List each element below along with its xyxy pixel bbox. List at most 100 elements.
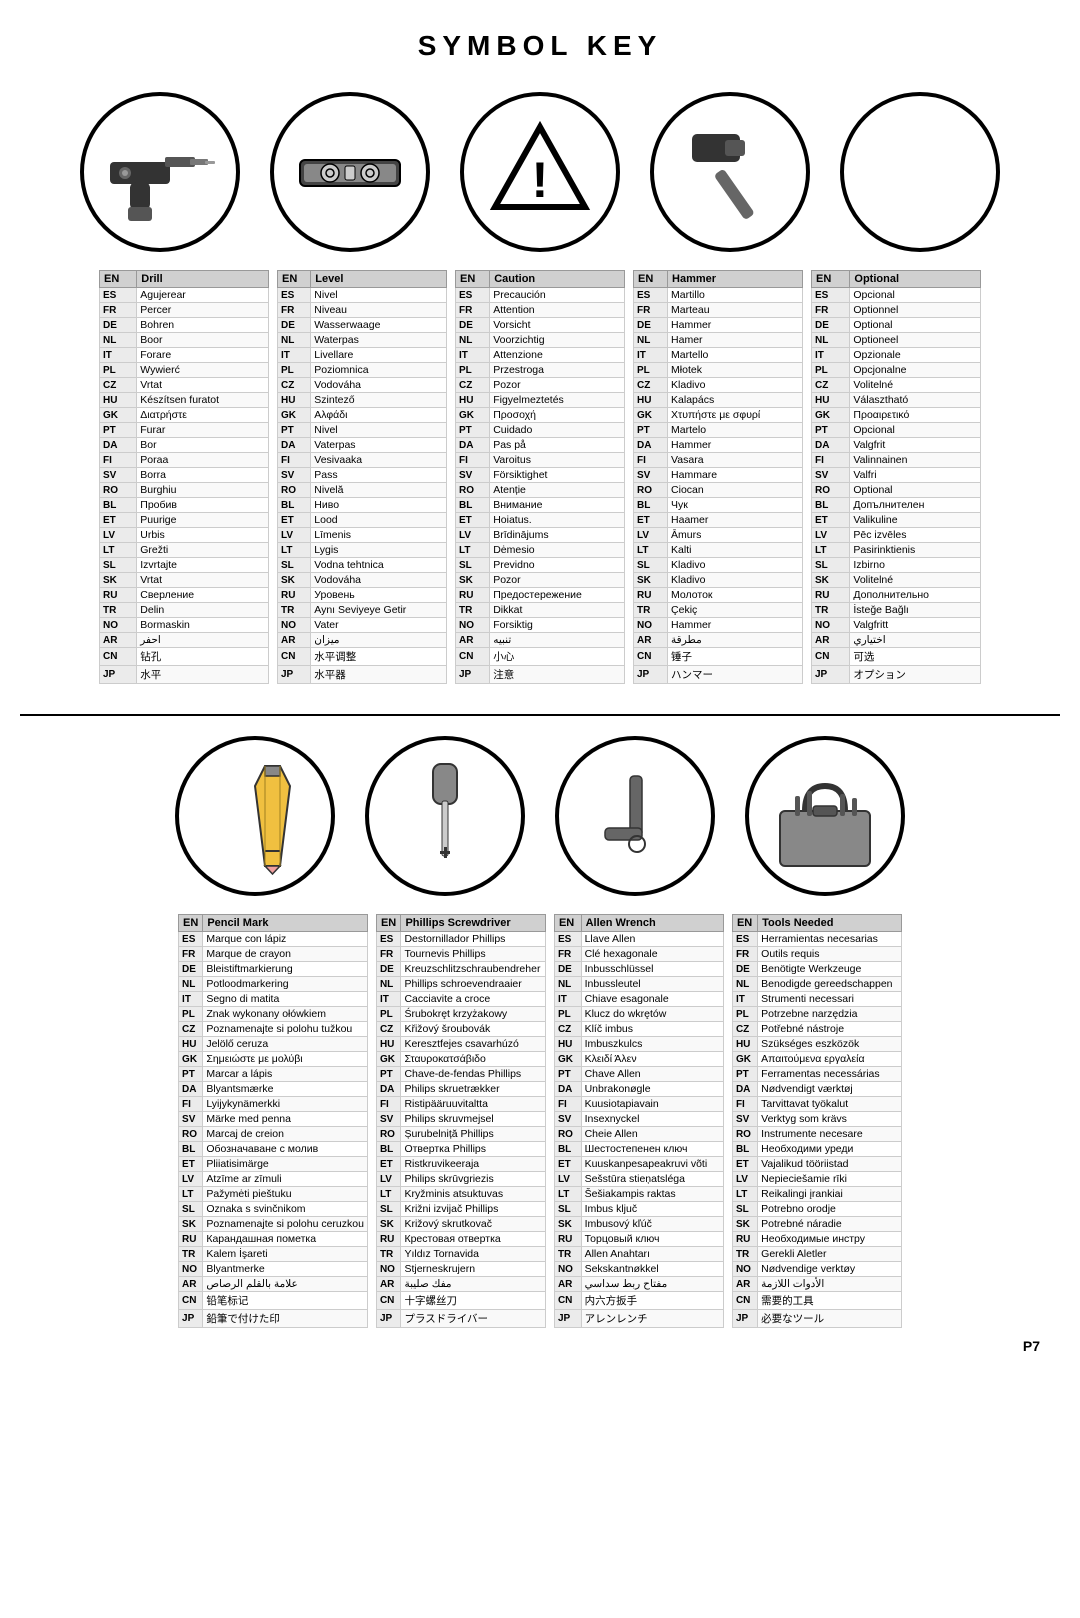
table-row: CN锤子	[634, 648, 803, 666]
table-row: PTMartelo	[634, 423, 803, 438]
table-row: LVĀmurs	[634, 528, 803, 543]
bottom-symbols-row	[20, 736, 1060, 896]
table-row: NLBenodigde gereedschappen	[732, 977, 901, 992]
table-row: FRMarque de crayon	[179, 947, 368, 962]
table-row: FRPercer	[100, 303, 269, 318]
drill-table-label: Drill	[137, 271, 269, 288]
table-row: SLPrevidno	[456, 558, 625, 573]
page-title: SYMBOL KEY	[20, 20, 1060, 72]
level-icon	[290, 112, 410, 232]
caution-symbol: !	[460, 92, 620, 252]
table-row: HUKeresztfejes csavarhúzó	[376, 1037, 545, 1052]
page-number: P7	[20, 1338, 1060, 1354]
pencil-icon	[195, 756, 315, 876]
table-row: ESLlave Allen	[554, 932, 723, 947]
table-row: SVInsexnyckel	[554, 1112, 723, 1127]
table-row: BLНеобходими уреди	[732, 1142, 901, 1157]
hammer-symbol	[650, 92, 810, 252]
table-row: CZKladivo	[634, 378, 803, 393]
table-row: NLWaterpas	[278, 333, 447, 348]
toolbox-icon	[765, 756, 885, 876]
table-row: FRClé hexagonale	[554, 947, 723, 962]
table-row: PLOpcjonalne	[812, 363, 981, 378]
table-row: TRAynı Seviyeye Getir	[278, 603, 447, 618]
table-row: DEHammer	[634, 318, 803, 333]
table-row: CZVodováha	[278, 378, 447, 393]
table-row: ITStrumenti necessari	[732, 992, 901, 1007]
table-row: ETRistkruvikeeraja	[376, 1157, 545, 1172]
caution-table: EN Caution ESPrecauciónFRAttentionDEVors…	[455, 270, 625, 684]
table-row: LTReikalingi įrankiai	[732, 1187, 901, 1202]
table-row: ITCacciavite a croce	[376, 992, 545, 1007]
table-row: ITChiave esagonale	[554, 992, 723, 1007]
table-row: PTFurar	[100, 423, 269, 438]
hammer-table: EN Hammer ESMartilloFRMarteauDEHammerNLH…	[633, 270, 803, 684]
drill-table-en: EN	[100, 271, 137, 288]
table-row: JPアレンレンチ	[554, 1310, 723, 1328]
table-row: PLPoziomnica	[278, 363, 447, 378]
table-row: NOVater	[278, 618, 447, 633]
table-row: CN小心	[456, 648, 625, 666]
table-row: NLPotloodmarkering	[179, 977, 368, 992]
phillips-symbol	[365, 736, 525, 896]
allen-table-en: EN	[554, 915, 581, 932]
table-row: PLZnak wykonany ołówkiem	[179, 1007, 368, 1022]
table-row: BLОбозначаване с молив	[179, 1142, 368, 1157]
table-row: FIVesivaaka	[278, 453, 447, 468]
table-row: LTŠešiakampis raktas	[554, 1187, 723, 1202]
table-row: SKPozor	[456, 573, 625, 588]
table-row: FITarvittavat työkalut	[732, 1097, 901, 1112]
table-row: ITForare	[100, 348, 269, 363]
allen-symbol	[555, 736, 715, 896]
table-row: BLОтвертка Phillips	[376, 1142, 545, 1157]
drill-table: EN Drill ESAgujerearFRPercerDEBohrenNLBo…	[99, 270, 269, 684]
table-row: DABor	[100, 438, 269, 453]
optional-symbol: Optional	[840, 92, 1000, 252]
table-row: FRMarteau	[634, 303, 803, 318]
table-row: JP必要なツール	[732, 1310, 901, 1328]
table-row: BLНиво	[278, 498, 447, 513]
table-row: ROMarcaj de creion	[179, 1127, 368, 1142]
table-row: BLЧук	[634, 498, 803, 513]
table-row: LTDėmesio	[456, 543, 625, 558]
table-row: PTChave Allen	[554, 1067, 723, 1082]
table-row: CZKlíč imbus	[554, 1022, 723, 1037]
table-row: HUVálasztható	[812, 393, 981, 408]
table-row: SLKrižni izvijač Phillips	[376, 1202, 545, 1217]
table-row: RUКарандашная пометка	[179, 1232, 368, 1247]
table-row: LTPažymėti pieštuku	[179, 1187, 368, 1202]
table-row: SLKladivo	[634, 558, 803, 573]
table-row: NLOptioneel	[812, 333, 981, 348]
phillips-icon	[385, 756, 505, 876]
bottom-tables-row: EN Pencil Mark ESMarque con lápizFRMarqu…	[20, 914, 1060, 1328]
table-row: LTPasirinktienis	[812, 543, 981, 558]
table-row: SVMärke med penna	[179, 1112, 368, 1127]
caution-table-label: Caution	[490, 271, 625, 288]
table-row: ROCiocan	[634, 483, 803, 498]
table-row: NOSekskantnøkkel	[554, 1262, 723, 1277]
table-row: TRÇekiç	[634, 603, 803, 618]
table-row: SVPass	[278, 468, 447, 483]
table-row: BLПробив	[100, 498, 269, 513]
table-row: SLVodna tehtnica	[278, 558, 447, 573]
table-row: RUМолоток	[634, 588, 803, 603]
table-row: ROAtenție	[456, 483, 625, 498]
hammer-table-label: Hammer	[668, 271, 803, 288]
table-row: FROutils requis	[732, 947, 901, 962]
toolbox-table: EN Tools Needed ESHerramientas necesaria…	[732, 914, 902, 1328]
table-row: NLHamer	[634, 333, 803, 348]
table-row: NOBlyantmerke	[179, 1262, 368, 1277]
section-divider	[20, 714, 1060, 716]
table-row: SVValfri	[812, 468, 981, 483]
table-row: ESDestornillador Phillips	[376, 932, 545, 947]
table-row: DAHammer	[634, 438, 803, 453]
table-row: DAVaterpas	[278, 438, 447, 453]
table-row: ETKuuskanpesapeakruvi võti	[554, 1157, 723, 1172]
table-row: LTGrežti	[100, 543, 269, 558]
table-row: JP鉛筆で付けた印	[179, 1310, 368, 1328]
table-row: NONødvendige verktøy	[732, 1262, 901, 1277]
table-row: RUСверление	[100, 588, 269, 603]
table-row: BLШестостепенен ключ	[554, 1142, 723, 1157]
phillips-table: EN Phillips Screwdriver ESDestornillador…	[376, 914, 546, 1328]
pencil-table: EN Pencil Mark ESMarque con lápizFRMarqu…	[178, 914, 368, 1328]
